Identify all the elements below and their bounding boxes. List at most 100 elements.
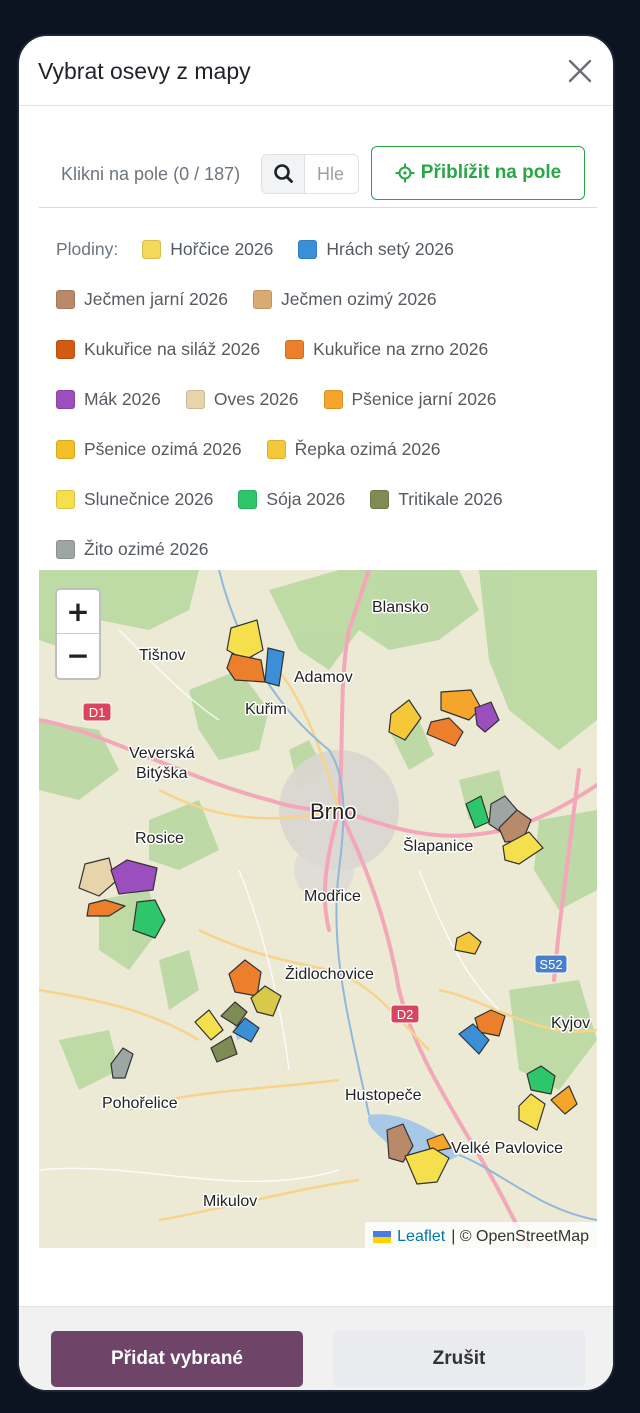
map-canvas[interactable]: D1 D2 S52 Blansko Tišnov Adamov Kuřim Ve… [39,570,597,1248]
legend-item: Kukuřice na zrno 2026 [285,339,488,360]
town-bityska: Bitýška [136,765,188,782]
legend-item: Ječmen ozimý 2026 [252,288,437,310]
town-kyjov: Kyjov [551,1015,590,1032]
town-mikulov: Mikulov [203,1193,257,1210]
legend-swatch [56,389,75,409]
zoom-to-fields-label: Přiblížit na pole [420,162,562,183]
legend-crop-name: Hrách setý 2026 [326,238,454,259]
svg-text:S52: S52 [539,957,562,972]
zoom-in-button[interactable]: + [57,590,99,634]
town-kurim: Kuřim [245,701,287,718]
legend-swatch [56,539,75,559]
road-label-s52: S52 [534,954,568,974]
legend-item: Řepka ozimá 2026 [266,438,441,460]
road-label-d2: D2 [390,1004,420,1024]
legend-swatch [298,239,318,259]
legend-item: Sója 2026 [238,489,345,510]
dialog: Vybrat osevy z mapy Klikni na pole (0 / … [17,34,615,1392]
legend-item: Žito ozimé 2026 [56,539,209,560]
crop-legend: Plodiny: Hořčice 2026 Hrách setý 2026 Ječme… [56,224,601,574]
town-hustopece: Hustopeče [345,1087,422,1104]
zoom-control: + − [55,588,101,680]
legend-crop-name: Řepka ozimá 2026 [294,438,441,459]
town-slapanice: Šlapanice [403,836,473,855]
legend-crop-name: Pšenice ozimá 2026 [84,438,242,459]
town-velke-pavlovice: Velké Pavlovice [451,1140,563,1157]
dialog-header: Vybrat osevy z mapy [19,36,613,106]
legend-crop-name: Slunečnice 2026 [84,488,214,509]
svg-text:D1: D1 [89,705,106,720]
town-adamov: Adamov [294,669,353,686]
legend-item: Hořčice 2026 [142,239,273,260]
legend-row: Žito ozimé 2026 [56,524,601,574]
legend-label: Plodiny: [56,238,119,259]
legend-crop-name: Pšenice jarní 2026 [351,388,497,409]
search-icon [274,164,293,183]
legend-crop-name: Mák 2026 [84,388,161,409]
search-button[interactable] [262,155,305,193]
map-attribution: Leaflet | © OpenStreetMap [365,1222,597,1248]
crosshair-icon [395,163,415,183]
legend-item: Kukuřice na siláž 2026 [56,339,260,360]
search-input[interactable] [306,155,358,193]
town-rosice: Rosice [135,830,184,847]
legend-swatch [323,389,343,409]
legend-swatch [56,489,75,509]
legend-swatch [142,239,162,259]
legend-crop-name: Tritikale 2026 [398,488,503,509]
ukraine-flag-icon [373,1230,392,1243]
attribution-text: | © OpenStreetMap [451,1227,589,1245]
legend-item: Pšenice jarní 2026 [323,388,497,410]
search-group [261,154,359,194]
legend-item: Slunečnice 2026 [56,489,213,510]
cancel-button[interactable]: Zrušit [333,1331,585,1387]
divider [39,207,597,208]
legend-row: Pšenice ozimá 2026 Řepka ozimá 2026 [56,424,601,474]
selection-hint: Klikni na pole (0 / 187) [61,164,241,184]
legend-item: Pšenice ozimá 2026 [56,439,242,460]
legend-crop-name: Kukuřice na siláž 2026 [84,338,261,359]
legend-crop-name: Hořčice 2026 [170,238,274,259]
zoom-to-fields-button[interactable]: Přiblížit na pole [371,146,585,200]
legend-item: Oves 2026 [185,388,299,410]
legend-swatch [252,289,272,309]
leaflet-link[interactable]: Leaflet [397,1228,445,1246]
legend-item: Mák 2026 [56,389,161,410]
legend-item: Tritikale 2026 [370,488,503,510]
legend-crop-name: Oves 2026 [213,388,299,409]
town-tisnov: Tišnov [139,647,186,664]
dialog-footer: Přidat vybrané Zrušit [19,1306,613,1390]
add-selected-button[interactable]: Přidat vybrané [51,1331,303,1387]
legend-item: Ječmen jarní 2026 [56,289,228,310]
legend-crop-name: Kukuřice na zrno 2026 [313,338,489,359]
map[interactable]: D1 D2 S52 Blansko Tišnov Adamov Kuřim Ve… [39,570,597,1248]
town-zidlochovice: Židlochovice [285,964,374,983]
legend-row: Ječmen jarní 2026 Ječmen ozimý 2026 [56,274,601,324]
town-pohorelice: Pohořelice [102,1095,178,1112]
town-brno: Brno [310,799,356,824]
town-modrice: Modřice [304,888,361,905]
town-veverska: Veverská [129,745,195,762]
road-label-d1: D1 [82,702,112,722]
legend-crop-name: Ječmen jarní 2026 [84,288,228,309]
legend-swatch [56,289,75,309]
toolbar: Klikni na pole (0 / 187) Přiblížit na po… [39,146,597,208]
close-icon[interactable] [563,54,597,88]
legend-swatch [185,389,205,409]
legend-crop-name: Žito ozimé 2026 [84,538,209,559]
svg-text:D2: D2 [397,1007,414,1022]
town-blansko: Blansko [372,599,429,616]
legend-swatch [56,439,75,459]
legend-swatch [56,339,75,359]
zoom-out-button[interactable]: − [57,634,99,678]
legend-swatch [370,489,390,509]
legend-swatch [266,439,286,459]
dialog-title: Vybrat osevy z mapy [38,58,251,84]
legend-swatch [285,339,305,359]
legend-row: Plodiny: Hořčice 2026 Hrách setý 2026 [56,224,601,274]
legend-swatch [238,489,258,509]
legend-row: Kukuřice na siláž 2026 Kukuřice na zrno 2… [56,324,601,374]
legend-crop-name: Sója 2026 [266,488,346,509]
legend-item: Hrách setý 2026 [298,238,454,260]
legend-crop-name: Ječmen ozimý 2026 [280,288,437,309]
